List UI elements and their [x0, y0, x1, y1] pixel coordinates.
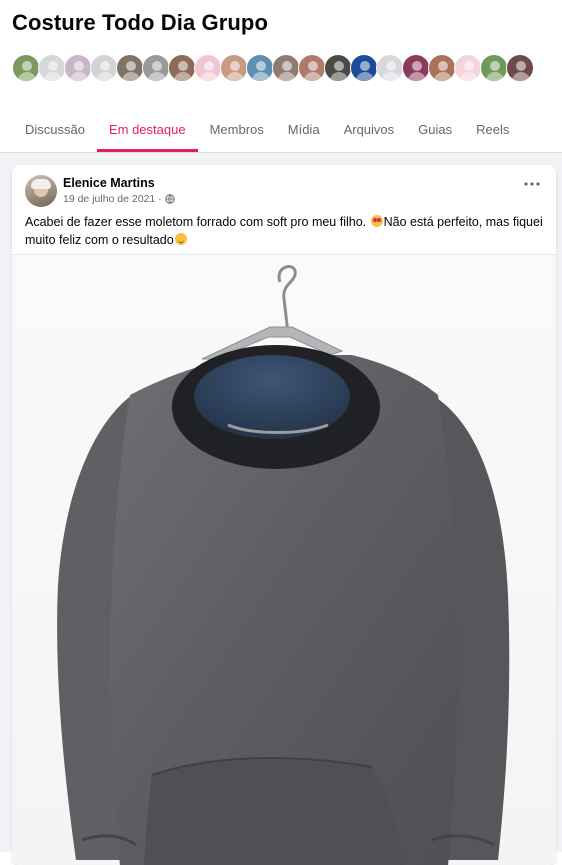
member-avatar[interactable] — [168, 54, 196, 82]
more-options-icon[interactable] — [522, 179, 542, 189]
member-avatar[interactable] — [506, 54, 534, 82]
member-avatar[interactable] — [38, 54, 66, 82]
post-photo[interactable] — [12, 254, 556, 865]
member-avatar[interactable] — [194, 54, 222, 82]
member-avatar[interactable] — [298, 54, 326, 82]
member-avatar[interactable] — [64, 54, 92, 82]
member-avatar[interactable] — [90, 54, 118, 82]
globe-icon — [164, 194, 175, 204]
member-avatars[interactable] — [12, 54, 534, 84]
post-text-part1: Acabei de fazer esse moletom forrado com… — [25, 215, 367, 229]
member-avatar[interactable] — [272, 54, 300, 82]
tab-membros[interactable]: Membros — [198, 110, 276, 150]
member-avatar[interactable] — [220, 54, 248, 82]
member-avatar[interactable] — [428, 54, 456, 82]
tab-arquivos[interactable]: Arquivos — [332, 110, 407, 150]
member-avatar[interactable] — [324, 54, 352, 82]
member-avatar[interactable] — [480, 54, 508, 82]
group-tabs: Discussão Em destaque Membros Mídia Arquivos… — [0, 110, 562, 152]
member-avatar[interactable] — [376, 54, 404, 82]
group-title[interactable]: Costure Todo Dia Grupo — [12, 10, 268, 36]
member-avatar[interactable] — [116, 54, 144, 82]
tab-reels[interactable]: Reels — [464, 110, 521, 150]
post-meta: 19 de julho de 2021 · — [63, 193, 175, 205]
post-text: Acabei de fazer esse moletom forrado com… — [25, 213, 545, 249]
member-avatar[interactable] — [350, 54, 378, 82]
sweatshirt-photo-illustration — [12, 255, 556, 865]
heart-eyes-emoji-icon — [370, 215, 383, 227]
tab-em-destaque[interactable]: Em destaque — [96, 110, 198, 152]
smiling-emoji-icon — [174, 233, 187, 245]
featured-post: Elenice Martins 19 de julho de 2021 · Ac… — [12, 165, 556, 865]
tab-discussão[interactable]: Discussão — [0, 110, 97, 150]
author-avatar[interactable] — [25, 175, 57, 207]
member-avatar[interactable] — [246, 54, 274, 82]
tab-mídia[interactable]: Mídia — [276, 110, 332, 150]
author-name[interactable]: Elenice Martins — [63, 176, 155, 190]
member-avatar[interactable] — [12, 54, 40, 82]
member-avatar[interactable] — [142, 54, 170, 82]
tab-guias[interactable]: Guias — [406, 110, 464, 150]
member-avatar[interactable] — [454, 54, 482, 82]
member-avatar[interactable] — [402, 54, 430, 82]
post-date[interactable]: 19 de julho de 2021 · — [63, 193, 162, 205]
